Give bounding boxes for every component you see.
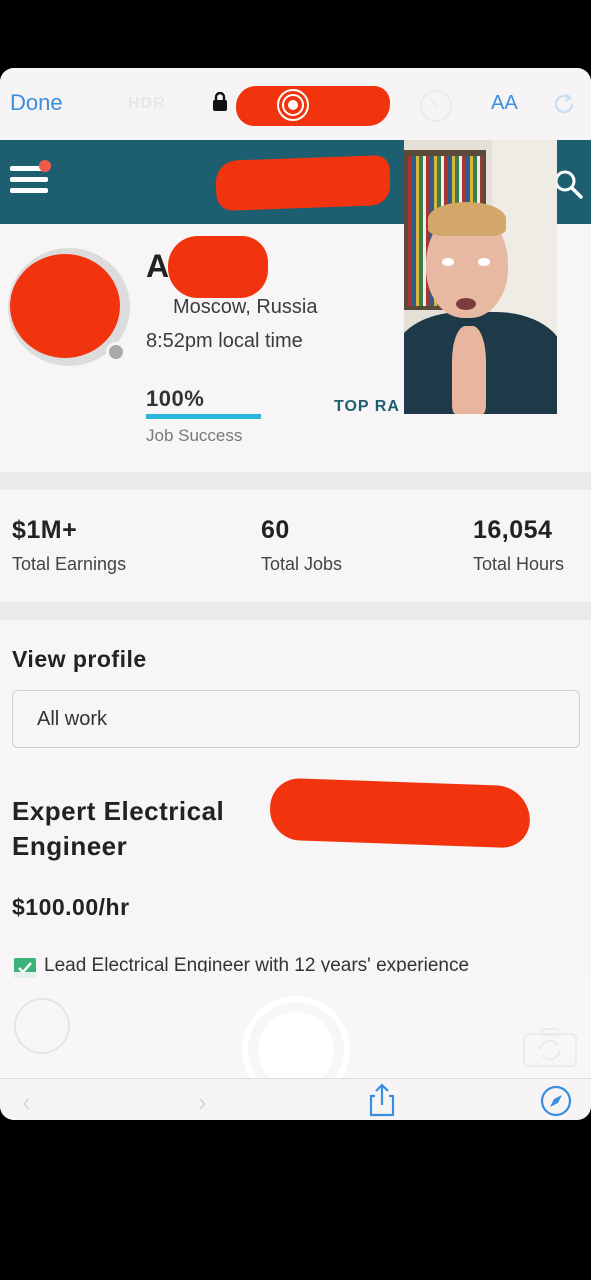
view-profile-title: View profile — [12, 646, 147, 672]
record-icon — [277, 89, 309, 121]
share-icon[interactable] — [366, 1083, 398, 1117]
video-overlay — [404, 140, 557, 414]
name-redaction — [168, 236, 268, 298]
headline-redaction — [268, 777, 532, 849]
online-status-dot — [106, 342, 126, 362]
back-arrow-icon[interactable]: ‹ — [22, 1087, 31, 1118]
hourly-rate: $100.00/hr — [12, 894, 130, 920]
browser-bottom-bar: ‹ › — [0, 1078, 591, 1120]
stat-jobs-value: 60 — [261, 516, 290, 544]
profile-local-time: 8:52pm local time — [146, 330, 303, 352]
notification-dot — [39, 160, 51, 172]
text-size-button[interactable]: AA — [491, 92, 518, 115]
top-rated-badge: TOP RA — [334, 398, 400, 415]
stat-earnings-label: Total Earnings — [12, 554, 127, 574]
lock-icon — [213, 92, 227, 111]
job-success-label: Job Success — [146, 426, 243, 445]
camera-flip-icon[interactable] — [522, 1028, 578, 1068]
camera-controls — [0, 972, 591, 1104]
section-divider — [0, 602, 591, 620]
phone-screen: Done HDR AA A Moscow, Russia 8:52pm loca… — [0, 68, 591, 1120]
stat-earnings-value: $1M+ — [12, 516, 78, 544]
section-divider — [0, 472, 591, 490]
work-filter-select[interactable]: All work — [12, 690, 580, 748]
forward-arrow-icon[interactable]: › — [198, 1087, 207, 1118]
logo-redaction — [215, 154, 391, 212]
camera-thumbnail[interactable] — [14, 998, 70, 1054]
profile-location: Moscow, Russia — [173, 296, 318, 318]
job-success-bar — [146, 414, 261, 419]
compass-icon[interactable] — [540, 1085, 572, 1117]
description-first-line: Lead Electrical Engineer with 12 years' … — [44, 955, 470, 973]
stat-hours-label: Total Hours — [473, 554, 565, 574]
job-success-value: 100% — [146, 386, 205, 411]
reload-icon[interactable] — [551, 90, 577, 118]
hdr-label: HDR — [128, 95, 166, 112]
profile-name: A — [146, 248, 170, 284]
avatar-redaction — [10, 254, 120, 358]
done-button[interactable]: Done — [10, 90, 63, 116]
work-filter-value: All work — [37, 708, 108, 730]
profile-headline: Expert Electrical Engineer — [12, 796, 225, 861]
browser-top-bar: Done HDR AA — [0, 68, 591, 140]
timer-icon[interactable] — [418, 88, 454, 124]
stat-jobs-label: Total Jobs — [261, 554, 343, 574]
url-redaction — [236, 86, 390, 126]
job-success-bar-fill — [146, 414, 261, 419]
stat-hours-value: 16,054 — [473, 516, 553, 544]
